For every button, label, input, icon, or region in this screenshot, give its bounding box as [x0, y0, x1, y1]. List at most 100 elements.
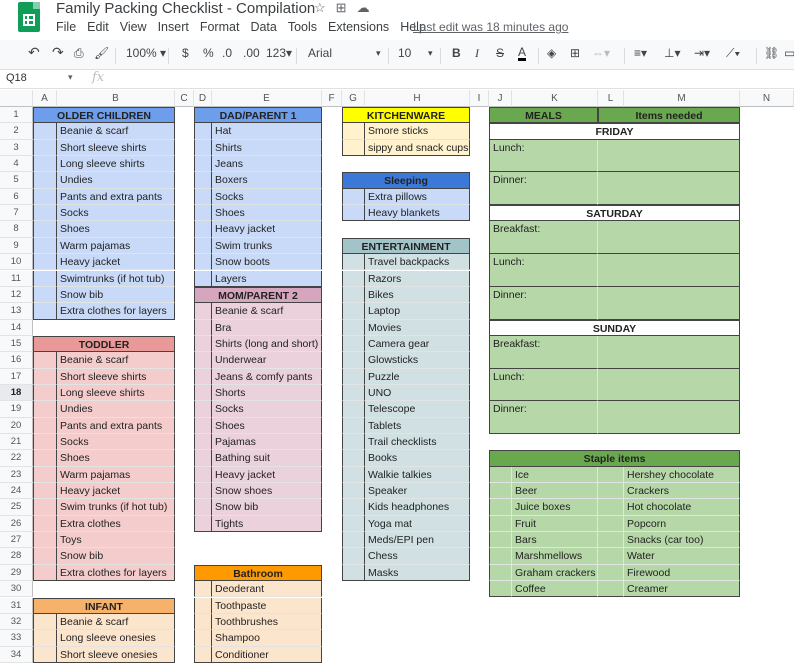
row-header-14[interactable]: 14: [0, 319, 33, 336]
row-header-21[interactable]: 21: [0, 434, 33, 451]
infant-header[interactable]: INFANT: [33, 597, 175, 614]
row-header-25[interactable]: 25: [0, 499, 33, 516]
toddler-item[interactable]: Extra clothes: [57, 515, 175, 533]
entertainment-checkbox-cell[interactable]: [342, 417, 365, 434]
bathroom-checkbox-cell[interactable]: [194, 646, 212, 663]
staple-item[interactable]: Juice boxes: [512, 499, 598, 516]
older_children-checkbox-cell[interactable]: [33, 188, 57, 206]
toddler-item[interactable]: Undies: [57, 401, 175, 418]
entertainment-item[interactable]: Tablets: [365, 417, 470, 434]
column-header-c[interactable]: C: [175, 90, 194, 107]
staple-item[interactable]: Hot chocolate: [624, 499, 740, 516]
entertainment-item[interactable]: Puzzle: [365, 368, 470, 385]
staple-checkbox-cell[interactable]: [489, 515, 512, 533]
mom-checkbox-cell[interactable]: [194, 335, 212, 353]
staple-checkbox-cell[interactable]: [598, 532, 624, 549]
staple-item[interactable]: Beer: [512, 483, 598, 500]
select-all-corner[interactable]: [0, 90, 33, 107]
older_children-item[interactable]: Heavy jacket: [57, 254, 175, 271]
borders-icon[interactable]: ⊞: [570, 46, 580, 60]
staple-item[interactable]: Water: [624, 548, 740, 565]
staple-item[interactable]: Popcorn: [624, 515, 740, 533]
toddler-checkbox-cell[interactable]: [33, 417, 57, 434]
toddler-item[interactable]: Short sleeve shirts: [57, 368, 175, 385]
older_children-item[interactable]: Long sleeve shirts: [57, 156, 175, 173]
entertainment-item[interactable]: Travel backpacks: [365, 254, 470, 271]
older_children-checkbox-cell[interactable]: [33, 303, 57, 320]
entertainment-checkbox-cell[interactable]: [342, 319, 365, 336]
entertainment-checkbox-cell[interactable]: [342, 368, 365, 385]
meal-breakfast-items-cell[interactable]: [598, 335, 740, 369]
entertainment-item[interactable]: Chess: [365, 548, 470, 565]
entertainment-item[interactable]: Yoga mat: [365, 515, 470, 533]
dad-item[interactable]: Boxers: [212, 172, 322, 189]
document-title[interactable]: Family Packing Checklist - Compilation: [56, 0, 315, 17]
older_children-item[interactable]: Snow bib: [57, 286, 175, 304]
mom-checkbox-cell[interactable]: [194, 384, 212, 402]
row-header-3[interactable]: 3: [0, 139, 33, 157]
entertainment-checkbox-cell[interactable]: [342, 434, 365, 451]
older_children-item[interactable]: Warm pajamas: [57, 237, 175, 255]
meal-lunch-items-cell[interactable]: [598, 368, 740, 402]
toddler-checkbox-cell[interactable]: [33, 532, 57, 549]
toddler-item[interactable]: Toys: [57, 532, 175, 549]
mom-checkbox-cell[interactable]: [194, 515, 212, 533]
meal-lunch-items-cell[interactable]: [598, 254, 740, 287]
dad-item[interactable]: Layers: [212, 270, 322, 287]
mom-checkbox-cell[interactable]: [194, 450, 212, 467]
toddler-item[interactable]: Warm pajamas: [57, 466, 175, 484]
dad-item[interactable]: Swim trunks: [212, 237, 322, 255]
mom-item[interactable]: Bra: [212, 319, 322, 336]
mom-checkbox-cell[interactable]: [194, 368, 212, 385]
move-folder-icon[interactable]: ⊞: [336, 0, 347, 16]
meal-breakfast-cell[interactable]: Breakfast:: [489, 335, 598, 369]
dad-checkbox-cell[interactable]: [194, 237, 212, 255]
mom-header[interactable]: MOM/PARENT 2: [194, 286, 322, 304]
mom-item[interactable]: Socks: [212, 401, 322, 418]
dad-checkbox-cell[interactable]: [194, 156, 212, 173]
row-header-9[interactable]: 9: [0, 237, 33, 255]
staple-item[interactable]: Ice: [512, 466, 598, 484]
column-header-e[interactable]: E: [212, 90, 322, 107]
mom-item[interactable]: Underwear: [212, 352, 322, 369]
column-header-a[interactable]: A: [33, 90, 57, 107]
mom-checkbox-cell[interactable]: [194, 303, 212, 320]
decrease-decimal-button[interactable]: .0: [222, 46, 232, 60]
dad-header[interactable]: DAD/PARENT 1: [194, 107, 322, 124]
paint-format-icon[interactable]: 🖌: [94, 46, 109, 60]
meal-lunch-cell[interactable]: Lunch:: [489, 368, 598, 402]
row-header-33[interactable]: 33: [0, 630, 33, 647]
toddler-checkbox-cell[interactable]: [33, 483, 57, 500]
older_children-checkbox-cell[interactable]: [33, 123, 57, 140]
older_children-checkbox-cell[interactable]: [33, 205, 57, 222]
meal-dinner-items-cell[interactable]: [598, 286, 740, 320]
toddler-item[interactable]: Socks: [57, 434, 175, 451]
zoom-select[interactable]: 100% ▾: [126, 46, 166, 60]
older_children-item[interactable]: Shoes: [57, 221, 175, 238]
entertainment-item[interactable]: Movies: [365, 319, 470, 336]
redo-icon[interactable]: ↷: [52, 44, 64, 61]
row-header-29[interactable]: 29: [0, 564, 33, 582]
kitchenware-item[interactable]: sippy and snack cups: [365, 139, 470, 157]
row-header-32[interactable]: 32: [0, 613, 33, 631]
column-header-g[interactable]: G: [342, 90, 365, 107]
menu-edit[interactable]: Edit: [87, 20, 109, 34]
mom-checkbox-cell[interactable]: [194, 417, 212, 434]
toddler-item[interactable]: Snow bib: [57, 548, 175, 565]
staple-item[interactable]: Graham crackers: [512, 564, 598, 582]
kitchenware-item[interactable]: Smore sticks: [365, 123, 470, 140]
mom-item[interactable]: Shorts: [212, 384, 322, 402]
meal-lunch-cell[interactable]: Lunch:: [489, 139, 598, 173]
dad-checkbox-cell[interactable]: [194, 254, 212, 271]
row-header-6[interactable]: 6: [0, 188, 33, 206]
font-select-caret-icon[interactable]: ▾: [376, 48, 381, 59]
align-horizontal-icon[interactable]: ≡▾: [634, 46, 647, 60]
mom-checkbox-cell[interactable]: [194, 319, 212, 336]
toddler-item[interactable]: Swim trunks (if hot tub): [57, 499, 175, 516]
dad-checkbox-cell[interactable]: [194, 188, 212, 206]
meal-breakfast-cell[interactable]: Breakfast:: [489, 221, 598, 255]
row-header-10[interactable]: 10: [0, 254, 33, 271]
staple-checkbox-cell[interactable]: [598, 499, 624, 516]
toddler-checkbox-cell[interactable]: [33, 368, 57, 385]
toddler-item[interactable]: Long sleeve shirts: [57, 384, 175, 402]
